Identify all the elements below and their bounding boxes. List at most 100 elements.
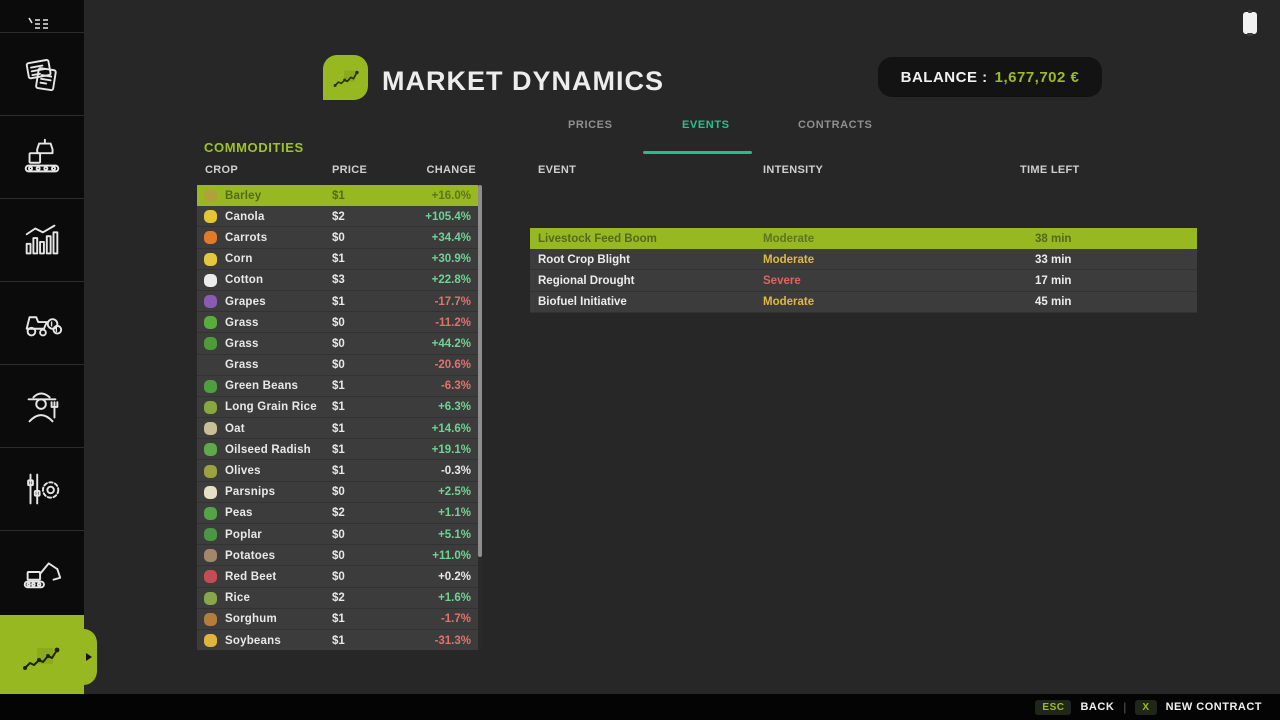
crop-price: $1: [332, 465, 345, 477]
sidebar-item-market-dynamics[interactable]: [0, 615, 84, 699]
finances-icon: [19, 300, 65, 346]
crop-price: $0: [332, 317, 345, 329]
crop-icon: [204, 380, 217, 393]
esc-key-button[interactable]: ESC: [1035, 700, 1071, 715]
page-title: MARKET DYNAMICS: [382, 66, 664, 97]
sidebar-item-statistics[interactable]: [0, 198, 84, 281]
tab-prices[interactable]: PRICES: [568, 119, 613, 131]
crop-change: +14.6%: [432, 423, 471, 435]
commodity-row[interactable]: Poplar $0 +5.1%: [197, 524, 478, 545]
crop-name: Green Beans: [225, 380, 298, 392]
crop-price: $2: [332, 211, 345, 223]
crop-name: Grass: [225, 338, 259, 350]
commodity-row[interactable]: Peas $2 +1.1%: [197, 503, 478, 524]
crop-price: $0: [332, 571, 345, 583]
crop-change: +105.4%: [425, 211, 471, 223]
commodity-row[interactable]: Barley $1 +16.0%: [197, 185, 478, 206]
commodity-row[interactable]: Grass $0 -20.6%: [197, 355, 478, 376]
commodity-row[interactable]: Olives $1 -0.3%: [197, 460, 478, 481]
x-key-button[interactable]: X: [1135, 700, 1156, 715]
crop-name: Soybeans: [225, 635, 281, 647]
balance-pill: BALANCE : 1,677,702 €: [878, 57, 1102, 97]
crop-icon: [204, 592, 217, 605]
event-row[interactable]: Biofuel Initiative Moderate 45 min: [530, 292, 1197, 313]
event-intensity: Moderate: [763, 254, 814, 266]
balance-value: 1,677,702 €: [995, 69, 1080, 86]
event-row[interactable]: Regional Drought Severe 17 min: [530, 270, 1197, 291]
event-name: Root Crop Blight: [538, 254, 630, 266]
commodity-row[interactable]: Sorghum $1 -1.7%: [197, 609, 478, 630]
crop-icon: [204, 486, 217, 499]
crop-price: $2: [332, 592, 345, 604]
event-time-left: 45 min: [1035, 296, 1071, 308]
commodity-row[interactable]: Soybeans $1 -31.3%: [197, 630, 478, 650]
commodity-row[interactable]: Corn $1 +30.9%: [197, 249, 478, 270]
crop-name: Grapes: [225, 296, 266, 308]
column-header-crop: CROP: [205, 164, 238, 176]
map-icon: [25, 16, 59, 32]
back-button[interactable]: BACK: [1080, 701, 1114, 713]
crop-icon: [204, 253, 217, 266]
commodity-row[interactable]: Grass $0 +44.2%: [197, 333, 478, 354]
commodity-row[interactable]: Oilseed Radish $1 +19.1%: [197, 439, 478, 460]
sidebar-item-farmer[interactable]: [0, 364, 84, 447]
crop-price: $0: [332, 486, 345, 498]
crop-icon: [204, 401, 217, 414]
crop-change: +22.8%: [432, 274, 471, 286]
crop-price: $1: [332, 423, 345, 435]
commodity-row[interactable]: Potatoes $0 +11.0%: [197, 545, 478, 566]
column-header-price: PRICE: [332, 164, 367, 176]
event-time-left: 38 min: [1035, 233, 1071, 245]
commodity-row[interactable]: Red Beet $0 +0.2%: [197, 566, 478, 587]
tab-contracts[interactable]: CONTRACTS: [798, 119, 872, 131]
events-table: Livestock Feed Boom Moderate 38 min Root…: [530, 228, 1197, 313]
event-row[interactable]: Root Crop Blight Moderate 33 min: [530, 249, 1197, 270]
crop-icon: [204, 422, 217, 435]
sidebar-item-construction[interactable]: [0, 530, 84, 613]
crop-name: Oilseed Radish: [225, 444, 311, 456]
commodities-section-label: COMMODITIES: [204, 140, 304, 155]
sidebar-item-map[interactable]: [0, 0, 84, 32]
new-contract-button[interactable]: NEW CONTRACT: [1166, 701, 1262, 713]
commodity-row[interactable]: Long Grain Rice $1 +6.3%: [197, 397, 478, 418]
crop-name: Rice: [225, 592, 250, 604]
scrollbar-thumb[interactable]: [478, 185, 482, 557]
event-intensity: Moderate: [763, 296, 814, 308]
commodity-row[interactable]: Cotton $3 +22.8%: [197, 270, 478, 291]
active-tab-arrow-icon: [86, 653, 92, 661]
farmer-icon: [19, 383, 65, 429]
commodity-row[interactable]: Green Beans $1 -6.3%: [197, 376, 478, 397]
crop-price: $1: [332, 190, 345, 202]
crop-name: Barley: [225, 190, 261, 202]
commodity-row[interactable]: Grapes $1 -17.7%: [197, 291, 478, 312]
crop-change: +34.4%: [432, 232, 471, 244]
sidebar-item-settings[interactable]: [0, 447, 84, 530]
crop-icon: [204, 189, 217, 202]
commodity-row[interactable]: Grass $0 -11.2%: [197, 312, 478, 333]
crop-name: Grass: [225, 317, 259, 329]
crop-name: Canola: [225, 211, 265, 223]
crop-icon: [204, 231, 217, 244]
event-name: Regional Drought: [538, 275, 634, 287]
sidebar-item-finances[interactable]: [0, 281, 84, 364]
app-logo-icon: [323, 55, 368, 100]
event-time-left: 17 min: [1035, 275, 1071, 287]
events-table-header: EVENT INTENSITY TIME LEFT: [530, 164, 1197, 178]
commodity-row[interactable]: Canola $2 +105.4%: [197, 206, 478, 227]
phone-icon[interactable]: [1243, 12, 1257, 34]
commodity-row[interactable]: Oat $1 +14.6%: [197, 418, 478, 439]
event-row[interactable]: Livestock Feed Boom Moderate 38 min: [530, 228, 1197, 249]
column-header-time-left: TIME LEFT: [1020, 164, 1080, 176]
commodity-row[interactable]: Rice $2 +1.6%: [197, 588, 478, 609]
sidebar-item-documents[interactable]: [0, 32, 84, 115]
commodity-row[interactable]: Parsnips $0 +2.5%: [197, 482, 478, 503]
crop-name: Long Grain Rice: [225, 401, 317, 413]
commodity-row[interactable]: Carrots $0 +34.4%: [197, 227, 478, 248]
commodities-scrollbar[interactable]: [478, 185, 482, 650]
sidebar-item-production[interactable]: [0, 115, 84, 198]
sidebar: [0, 0, 84, 720]
crop-name: Sorghum: [225, 613, 277, 625]
crop-name: Grass: [225, 359, 259, 371]
tab-events[interactable]: EVENTS: [682, 119, 730, 131]
crop-change: +44.2%: [432, 338, 471, 350]
